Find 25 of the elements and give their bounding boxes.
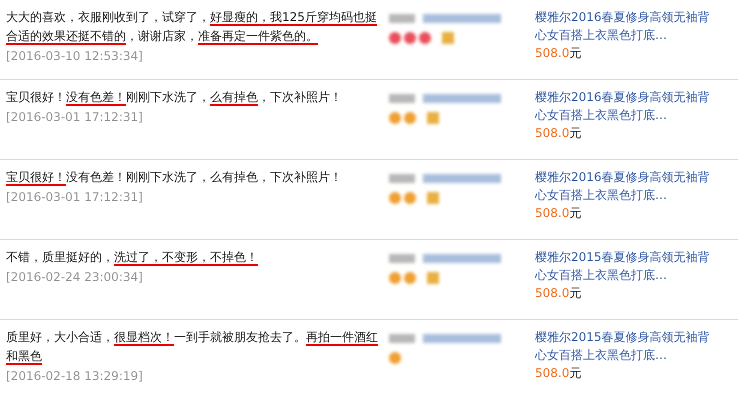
review-date: [2016-02-24 23:00:34]: [6, 270, 144, 284]
review-date: [2016-03-10 12:53:34]: [6, 49, 144, 63]
product-link[interactable]: 樱雅尔2016春夏修身高领无袖背心女百搭上衣黑色打底…: [535, 88, 717, 124]
product-price: 508.0: [535, 46, 570, 60]
product-link[interactable]: 樱雅尔2016春夏修身高领无袖背心女百搭上衣黑色打底…: [535, 168, 717, 204]
price-unit: 元: [569, 366, 582, 380]
product-price: 508.0: [535, 126, 570, 140]
price-unit: 元: [569, 46, 582, 60]
review-comment: 质里好，大小合适，很显档次！一到手就被朋友抢去了。再拍一件酒红和黑色: [6, 329, 378, 366]
review-date: [2016-02-18 13:29:19]: [6, 369, 144, 383]
product-link[interactable]: 樱雅尔2016春夏修身高领无袖背心女百搭上衣黑色打底…: [535, 8, 717, 44]
product-link[interactable]: 樱雅尔2015春夏修身高领无袖背心女百搭上衣黑色打底…: [535, 248, 717, 284]
price-unit: 元: [569, 126, 582, 140]
review-comment: 宝贝很好！没有色差！刚刚下水洗了，么有掉色，下次补照片！: [6, 89, 343, 107]
product-link[interactable]: 樱雅尔2015春夏修身高领无袖背心女百搭上衣黑色打底…: [535, 328, 717, 364]
price-unit: 元: [569, 206, 582, 220]
price-unit: 元: [569, 286, 582, 300]
review-comment: 不错，质里挺好的，洗过了，不变形，不掉色！: [6, 249, 259, 267]
product-price: 508.0: [535, 366, 570, 380]
review-comment: 宝贝很好！没有色差！刚刚下水洗了，么有掉色，下次补照片！: [6, 169, 343, 187]
review-date: [2016-03-01 17:12:31]: [6, 190, 144, 204]
review-comment: 大大的喜欢，衣服刚收到了，试穿了，好显瘦的，我125斤穿均码也挺合适的效果还挺不错的，谢谢店家，准备再定一件紫色的。: [6, 9, 378, 46]
product-price: 508.0: [535, 206, 570, 220]
product-price: 508.0: [535, 286, 570, 300]
review-date: [2016-03-01 17:12:31]: [6, 110, 144, 124]
